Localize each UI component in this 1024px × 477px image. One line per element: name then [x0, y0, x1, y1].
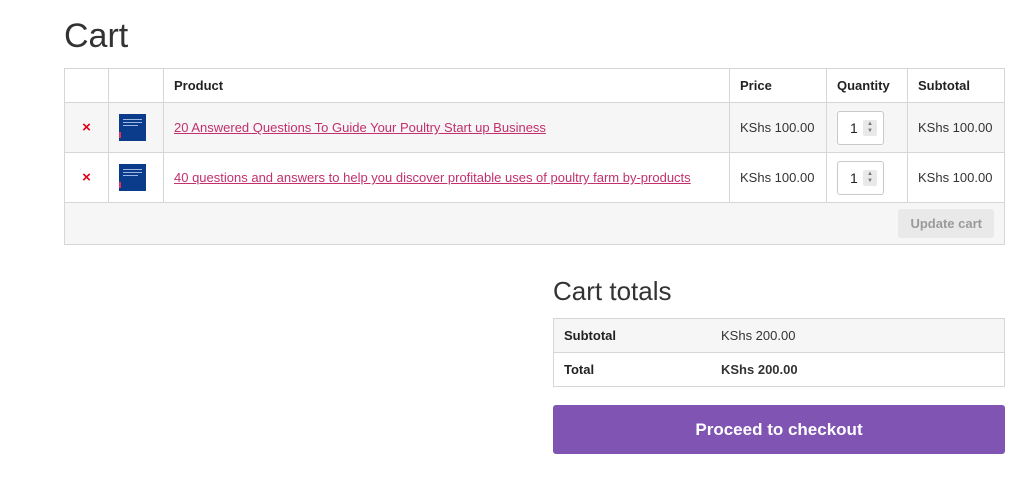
price-cell: KShs 100.00	[729, 102, 827, 153]
cart-totals-table: Subtotal KShs 200.00 Total KShs 200.00	[553, 318, 1005, 387]
quantity-spinner-icon[interactable]: ▲ ▼	[863, 169, 877, 186]
cart-item-row: × 40 questions and answers to help you d…	[64, 152, 1005, 203]
totals-total-value: KShs 200.00	[711, 352, 1005, 387]
header-price: Price	[729, 68, 827, 103]
price-cell: KShs 100.00	[729, 152, 827, 203]
header-thumbnail-column	[108, 68, 164, 103]
header-remove-column	[64, 68, 109, 103]
subtotal-cell: KShs 100.00	[907, 152, 1005, 203]
quantity-value[interactable]: 1	[838, 170, 863, 186]
cart-item-row: × 20 Answered Questions To Guide Your Po…	[64, 102, 1005, 153]
header-product: Product	[163, 68, 730, 103]
product-link[interactable]: 40 questions and answers to help you dis…	[174, 170, 691, 185]
totals-subtotal-row: Subtotal KShs 200.00	[553, 318, 1005, 353]
totals-subtotal-value: KShs 200.00	[711, 318, 1005, 353]
book-cover-thumbnail-icon[interactable]	[119, 114, 146, 141]
header-quantity: Quantity	[826, 68, 908, 103]
book-cover-thumbnail-icon[interactable]	[119, 164, 146, 191]
header-subtotal: Subtotal	[907, 68, 1005, 103]
chevron-up-icon[interactable]: ▲	[867, 121, 873, 128]
subtotal-cell: KShs 100.00	[907, 102, 1005, 153]
product-link[interactable]: 20 Answered Questions To Guide Your Poul…	[174, 120, 546, 135]
cart-table-header: Product Price Quantity Subtotal	[64, 68, 1005, 103]
remove-item-icon[interactable]: ×	[82, 119, 91, 136]
totals-total-row: Total KShs 200.00	[553, 352, 1005, 387]
chevron-up-icon[interactable]: ▲	[867, 171, 873, 178]
item-subtotal: KShs 100.00	[918, 170, 993, 185]
quantity-stepper[interactable]: 1 ▲ ▼	[837, 160, 884, 195]
totals-subtotal-label: Subtotal	[553, 318, 711, 353]
item-subtotal: KShs 100.00	[918, 120, 993, 135]
page-title: Cart	[64, 17, 129, 55]
product-cell: 40 questions and answers to help you dis…	[163, 152, 730, 203]
totals-total-label: Total	[553, 352, 711, 387]
quantity-cell: 1 ▲ ▼	[826, 152, 908, 203]
cart-totals-title: Cart totals	[553, 276, 672, 306]
remove-cell: ×	[64, 102, 109, 153]
product-cell: 20 Answered Questions To Guide Your Poul…	[163, 102, 730, 153]
cart-actions-row: Update cart	[64, 202, 1005, 245]
thumbnail-cell	[108, 152, 164, 203]
chevron-down-icon[interactable]: ▼	[867, 128, 873, 135]
quantity-stepper[interactable]: 1 ▲ ▼	[837, 110, 884, 145]
update-cart-button[interactable]: Update cart	[898, 209, 994, 238]
cart-actions-cell: Update cart	[64, 202, 1005, 245]
quantity-value[interactable]: 1	[838, 120, 863, 136]
quantity-cell: 1 ▲ ▼	[826, 102, 908, 153]
quantity-spinner-icon[interactable]: ▲ ▼	[863, 119, 877, 136]
item-price: KShs 100.00	[740, 120, 815, 135]
proceed-to-checkout-button[interactable]: Proceed to checkout	[553, 405, 1005, 454]
chevron-down-icon[interactable]: ▼	[867, 178, 873, 185]
remove-cell: ×	[64, 152, 109, 203]
item-price: KShs 100.00	[740, 170, 815, 185]
cart-page: Cart Product Price Quantity Subtotal × 2…	[0, 0, 1024, 477]
cart-table: Product Price Quantity Subtotal × 20 Ans…	[64, 68, 1005, 245]
remove-item-icon[interactable]: ×	[82, 169, 91, 186]
thumbnail-cell	[108, 102, 164, 153]
